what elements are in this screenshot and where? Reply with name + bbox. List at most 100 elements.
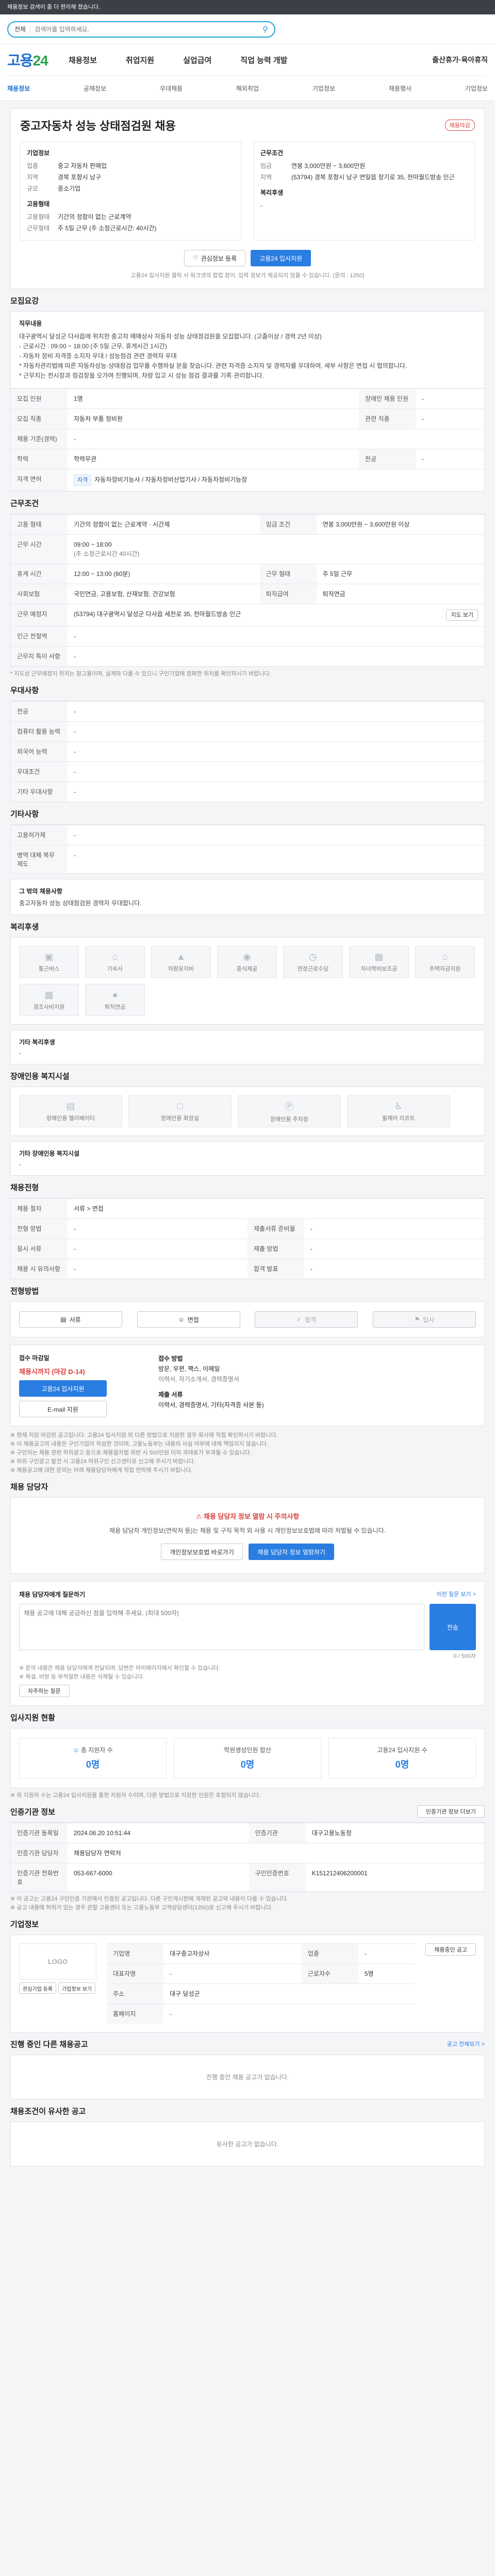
page: 채용정보 검색이 좀 더 편리해 졌습니다. 전체 ⚲ 고용24 채용정보 취업… [0,0,495,2187]
table-header-cell: 근무 예정지 [11,604,68,626]
table-cell: - [68,1259,248,1279]
recruit-table: 모집 인원 1명 장애인 채용 인원 - 모집 직종 자동차 부품 정비원 관련 직종 - … [11,388,484,491]
gnb-right-link[interactable]: 출산휴가·육아휴직 [432,55,488,65]
table-row: 고용 형태 기간의 정함이 없는 근로계약 · 시간제 임금 조건 연봉 3,000만… [11,514,484,535]
gnb-menu-item[interactable]: 취업지원 [126,55,154,65]
save-job-button[interactable]: ♡ 관심정보 등록 [184,250,246,266]
table-header-cell: 모집 직종 [11,409,68,429]
others-empty: 진행 중인 채용 공고가 없습니다. [10,2055,485,2099]
section-title: 입사지원 현황 [10,1714,55,1722]
table-cell: 연봉 3,000만원 ~ 3,600만원 이상 [316,514,484,535]
job-title: 중고자동차 성능 상태점검원 채용 [20,120,176,132]
email-apply-button[interactable]: E-mail 지원 [19,1401,107,1417]
text-label: - [19,1049,21,1057]
gnb-menu-item[interactable]: 채용정보 [69,55,97,65]
welfare-item: ▣ 통근버스 [19,946,79,978]
gnb-sub-item[interactable]: 기업정보 [312,84,335,93]
table-cell: - [416,388,484,409]
workcond-card: 고용 형태 기간의 정함이 없는 근로계약 · 시간제 임금 조건 연봉 3,000만… [10,514,485,667]
section-title: 우대사항 [10,686,39,695]
search-icon[interactable]: ⚲ [262,25,268,34]
table-header-cell: 기타 우대사항 [11,782,68,802]
table-header-cell: 인증기관 등록일 [11,1823,68,1843]
others-all-link[interactable]: 공고 전체보기 > [447,2040,485,2048]
faq-button[interactable]: 자주하는 질문 [19,1685,70,1697]
table-cell: 국민연금, 고용보험, 산재보험, 건강보험 [68,584,260,604]
text-label: 연장근로수당 [297,965,329,972]
kv-key: 지역 [27,174,39,181]
apply-button[interactable]: 고용24 입사지원 [251,250,311,266]
send-button[interactable]: 전송 [430,1604,476,1650]
company-detail-button[interactable]: 기업정보 보기 [58,1982,95,1994]
table-row: 주소 대구 달성군 [107,1984,416,2004]
table-row: 인증기관 전화번호 053-667-6000 구인인증번호 K151212406200… [11,1863,484,1891]
text-label: 자녀학비보조금 [360,965,398,972]
table-header-cell: 임금 조건 [259,514,317,535]
gnb-sub-item[interactable]: 공채정보 [84,84,106,93]
gnb-sub-item[interactable]: 우대채용 [160,84,183,93]
table-row: 근무 시간 09:00 ~ 18:00 (주 소정근로시간 40시간) [11,534,484,564]
text-label: ※ 문의 내용은 채용 담당자에게 전달되며, 답변은 마이페이지에서 확인할 … [19,1665,220,1671]
fav-company-button[interactable]: 관심기업 등록 [19,1982,56,1994]
table-header-cell: 채용 기준(경력) [11,429,68,449]
map-button[interactable]: 지도 보기 [446,609,478,621]
kv-key: 임금 [260,162,272,170]
view-contact-button[interactable]: 채용 담당자 정보 열람하기 [249,1544,334,1560]
text-label: 입사 [423,1316,435,1324]
table-cell: - [68,701,484,722]
prefer-card: 전공 - 컴퓨터 활용 능력 - 외국어 능력 - 우대조건 - 기타 우대사항 - [10,701,485,802]
search-input[interactable] [35,25,258,33]
table-cell: 09:00 ~ 18:00 (주 소정근로시간 40시간) [68,534,484,564]
table-cell: - [416,409,484,429]
inquiry-textarea[interactable] [19,1604,424,1650]
table-header-cell: 전형 방법 [11,1218,68,1239]
privacy-law-button[interactable]: 개인정보보호법 바로가기 [161,1544,243,1560]
gnb-sub-item[interactable]: 채용정보 [7,84,30,93]
table-header-cell: 고용허가제 [11,825,68,845]
text-label: 고용 [7,53,34,69]
gnb-menu-item[interactable]: 실업급여 [183,55,211,65]
table-row: 기업명 대구중고차상사 업종 - [107,1943,416,1964]
meal-icon: ◉ [243,951,251,962]
mgmt-more-button[interactable]: 인증기관 정보 더보기 [417,1805,485,1818]
gnb-sub-item[interactable]: 기업정보 [465,84,488,93]
gnb-menu-item[interactable]: 직업 능력 개발 [240,55,287,65]
intro-title: 그 밖의 채용사항 [19,888,62,895]
text-label: 휠체어 리프트 [382,1115,415,1122]
text-label: 면접 [187,1316,199,1324]
text-label: 0명 [240,1759,255,1770]
search-scope-select[interactable]: 전체 [14,25,31,33]
table-cell: K151212406200001 [305,1863,484,1891]
apply-notes: ※ 현재 지원 마감된 공고입니다. 고용24 입사지원 외 다른 방법으로 지… [10,1431,485,1475]
heart-icon: ♡ [192,255,199,262]
previous-questions-link[interactable]: 이전 질문 보기 > [437,1590,476,1599]
recruit-card: 직무내용 대구광역시 달성군 다사읍에 위치한 중고차 매매상사 자동차 성능 … [10,311,485,492]
coin-icon: ● [112,989,118,1000]
gnb-sub-item[interactable]: 채용행사 [389,84,411,93]
company-jobs-button[interactable]: 채용중인 공고 [425,1943,476,1956]
table-header-cell: 학력 [11,449,68,469]
gnb-sub-item[interactable]: 해외취업 [236,84,259,93]
table-header-cell: 모집 인원 [11,388,68,409]
gnb-sub-menu: 채용정보 공채정보 우대채용 해외취업 기업정보 채용행사 기업정보 [7,75,488,101]
text-label: ※ 현재 지원 마감된 공고입니다. 고용24 입사지원 외 다른 방법으로 지… [10,1432,278,1438]
apply-button-2[interactable]: 고용24 입사지원 [19,1380,107,1397]
section-title: 채용조건이 유사한 공고 [10,2107,86,2116]
table-header-cell: 대표자명 [107,1963,163,1984]
table-row: 외국어 능력 - [11,741,484,762]
text-label: 주택자금지원 [429,965,461,972]
table-cell: - [68,429,484,449]
table-header-cell: 업종 [301,1943,358,1964]
toilet-icon: □ [177,1100,183,1111]
table-header-cell: 전공 [359,449,416,469]
text-label: - [19,1161,21,1168]
process-step: ☺ 면접 [137,1311,240,1328]
table-header-cell: 기업명 [107,1943,163,1964]
text-label: ※ 이 공고는 고용24 구인인증 기관에서 인증된 공고입니다. 다른 구인게… [10,1896,288,1902]
status-card: ☺ 총 지원자 수 0명 학원생성인원 합산 0명 고용24 입사지원 수 0명 [10,1728,485,1788]
site-logo[interactable]: 고용24 [7,49,48,70]
status-badge: 채용마감 [444,120,475,131]
work-cond-box: 근무조건 임금 연봉 3,000만원 ~ 3,600만원 지역 (53794) 경북… [254,142,475,241]
table-cell: 053-667-6000 [68,1863,249,1891]
kv-key: 고용형태 [27,213,50,221]
